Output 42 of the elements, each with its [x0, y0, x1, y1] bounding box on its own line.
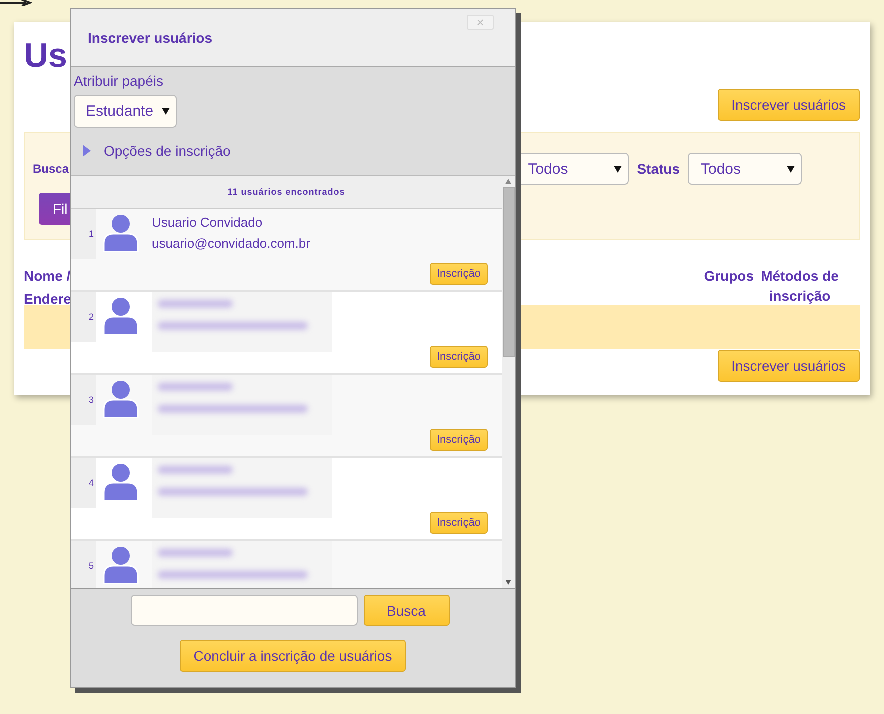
column-header: Nome /	[24, 267, 72, 286]
status-label: Status	[637, 161, 680, 177]
user-avatar-icon	[102, 463, 140, 501]
status-select[interactable]: Todos	[688, 153, 802, 185]
role-select[interactable]: Estudante	[74, 95, 177, 128]
scroll-up-icon[interactable]	[505, 179, 512, 184]
column-header: Grupos	[704, 267, 754, 286]
user-avatar-icon	[102, 297, 140, 335]
enrol-button[interactable]: Inscrição	[430, 346, 488, 368]
column-header: Métodos de inscrição	[760, 267, 840, 306]
row-number: 4	[71, 458, 96, 508]
enrol-button[interactable]: Inscrição	[430, 429, 488, 451]
search-label: Busca	[33, 162, 70, 176]
search-button[interactable]: Busca	[364, 595, 450, 626]
enrol-button[interactable]: Inscrição	[430, 512, 488, 534]
scrollbar[interactable]	[502, 176, 515, 588]
caret-icon	[787, 166, 795, 172]
row-number: 1	[71, 209, 96, 259]
caret-icon	[162, 108, 170, 115]
arrow-icon	[0, 0, 32, 6]
row-number: 3	[71, 375, 96, 425]
search-field[interactable]	[130, 595, 358, 626]
finish-enrolment-button[interactable]: Concluir a inscrição de usuários	[180, 640, 406, 672]
row-number: 2	[71, 292, 96, 342]
user-email: usuario@convidado.com.br	[152, 236, 310, 251]
scroll-down-icon[interactable]	[505, 580, 512, 585]
enroll-users-button[interactable]: Inscrever usuários	[718, 89, 860, 121]
caret-icon	[83, 145, 91, 157]
results-count: 11 usuários encontrados	[71, 176, 502, 209]
user-avatar-icon	[102, 546, 140, 584]
enrol-button[interactable]: Inscrição	[430, 263, 488, 285]
user-avatar-icon	[102, 214, 140, 252]
enroll-users-button[interactable]: Inscrever usuários	[718, 350, 860, 382]
enrol-options-toggle[interactable]: Opções de inscrição	[83, 143, 512, 159]
caret-icon	[614, 166, 622, 172]
user-name: Usuario Convidado	[152, 215, 264, 230]
dialog-title: Inscrever usuários	[88, 30, 213, 46]
user-avatar-icon	[102, 380, 140, 418]
row-number: 5	[71, 541, 96, 588]
assign-roles-label: Atribuir papéis	[74, 73, 164, 89]
column-header: Endere	[24, 290, 72, 309]
page-title: Us	[24, 36, 68, 76]
